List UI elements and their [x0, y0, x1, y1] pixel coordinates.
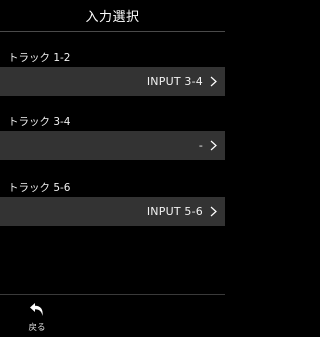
- track-3-4-input-selector[interactable]: -: [0, 131, 225, 160]
- track-5-6-value: INPUT 5-6: [146, 205, 203, 218]
- track-3-4-value: -: [198, 139, 203, 152]
- header-divider: [0, 31, 225, 32]
- footer-divider: [0, 294, 225, 295]
- return-arrow-icon: [30, 303, 43, 316]
- back-button[interactable]: 戻る: [18, 298, 56, 334]
- page-title: 入力選択: [85, 10, 140, 25]
- chevron-right-icon: [210, 140, 217, 151]
- track-5-6-label: トラック 5-6: [8, 182, 71, 194]
- track-1-2-value: INPUT 3-4: [146, 75, 203, 88]
- track-1-2-label: トラック 1-2: [8, 52, 71, 64]
- chevron-right-icon: [210, 206, 217, 217]
- track-1-2-input-selector[interactable]: INPUT 3-4: [0, 67, 225, 96]
- track-3-4-label: トラック 3-4: [8, 116, 71, 128]
- chevron-right-icon: [210, 76, 217, 87]
- track-5-6-input-selector[interactable]: INPUT 5-6: [0, 197, 225, 226]
- back-label: 戻る: [28, 323, 46, 333]
